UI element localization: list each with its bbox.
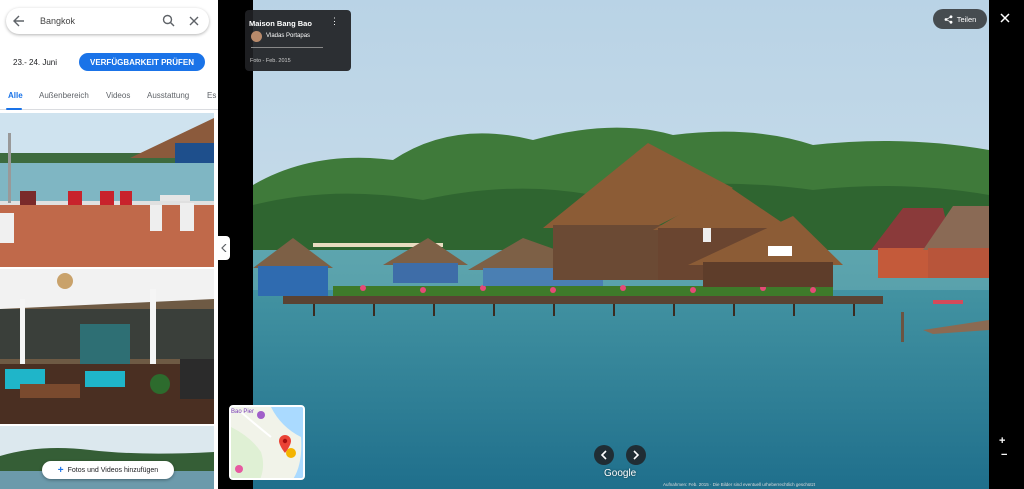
divider bbox=[251, 47, 323, 48]
photo-thumbnail-coast[interactable] bbox=[0, 426, 214, 489]
photo-author[interactable]: Vladas Portapas bbox=[266, 33, 310, 39]
place-title[interactable]: Maison Bang Bao bbox=[249, 19, 312, 28]
map-pin-icon bbox=[279, 435, 291, 453]
zoom-out-button[interactable]: − bbox=[1001, 449, 1007, 461]
share-icon bbox=[944, 14, 953, 24]
add-photos-button[interactable]: + Fotos und Videos hinzufügen bbox=[42, 461, 174, 479]
active-tab-indicator bbox=[6, 108, 22, 110]
mini-map-label: Bao Pier bbox=[231, 409, 255, 415]
more-options-icon[interactable]: ⋮ bbox=[330, 17, 339, 26]
photo-date: Foto - Feb. 2015 bbox=[250, 58, 291, 64]
photo-viewer-screen: 23.- 24. Juni VERFÜGBARKEIT PRÜFEN Alle … bbox=[0, 0, 1024, 489]
chevron-left-icon bbox=[221, 244, 227, 252]
share-label: Teilen bbox=[956, 14, 977, 24]
close-viewer-button[interactable] bbox=[998, 11, 1012, 25]
zoom-in-button[interactable]: + bbox=[999, 435, 1005, 447]
chevron-left-icon bbox=[600, 450, 607, 460]
tab-outdoor[interactable]: Außenbereich bbox=[39, 91, 89, 100]
search-icon[interactable] bbox=[162, 14, 175, 32]
photo-thumbnail-lounge[interactable] bbox=[0, 269, 214, 424]
close-search-icon[interactable] bbox=[188, 14, 200, 32]
next-photo-button[interactable] bbox=[626, 445, 646, 465]
close-icon bbox=[1000, 13, 1010, 23]
check-availability-button[interactable]: VERFÜGBARKEIT PRÜFEN bbox=[79, 53, 205, 71]
photo-category-tabs: Alle Außenbereich Videos Ausstattung Es bbox=[0, 84, 218, 110]
collapse-panel-button[interactable] bbox=[218, 236, 230, 260]
avatar[interactable] bbox=[251, 31, 262, 42]
mini-map[interactable]: Bao Pier bbox=[229, 405, 305, 480]
chevron-right-icon bbox=[633, 450, 640, 460]
tab-videos[interactable]: Videos bbox=[106, 91, 130, 100]
left-panel: 23.- 24. Juni VERFÜGBARKEIT PRÜFEN Alle … bbox=[0, 0, 218, 489]
search-box bbox=[6, 8, 209, 34]
tab-food[interactable]: Es bbox=[207, 91, 216, 100]
back-arrow-icon[interactable] bbox=[6, 8, 32, 34]
main-photo[interactable] bbox=[253, 0, 989, 489]
tab-amenities[interactable]: Ausstattung bbox=[147, 91, 189, 100]
date-range[interactable]: 23.- 24. Juni bbox=[13, 58, 57, 67]
mini-map-image bbox=[231, 407, 303, 478]
tab-all[interactable]: Alle bbox=[8, 91, 23, 100]
previous-photo-button[interactable] bbox=[594, 445, 614, 465]
resort-photo-image bbox=[253, 0, 989, 489]
add-photos-label: Fotos und Videos hinzufügen bbox=[67, 466, 159, 474]
google-logo: Google bbox=[604, 468, 637, 479]
share-button[interactable]: Teilen bbox=[933, 9, 987, 29]
add-photo-icon: + bbox=[57, 464, 64, 476]
search-input[interactable] bbox=[40, 16, 150, 26]
photo-info-card: Maison Bang Bao ⋮ Vladas Portapas Foto -… bbox=[245, 10, 351, 71]
attribution-text: Aufnahmen: Feb. 2015 · Die Bilder sind e… bbox=[663, 482, 816, 487]
photo-thumbnail-deck[interactable] bbox=[0, 113, 214, 267]
